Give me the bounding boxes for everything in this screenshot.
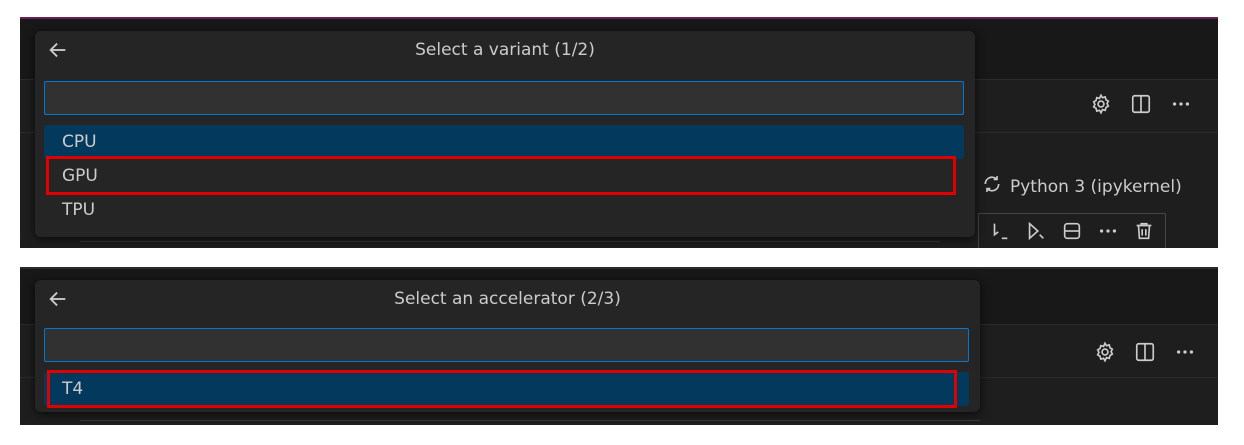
quick-pick-input[interactable] [44, 328, 969, 362]
trash-icon[interactable] [1133, 220, 1155, 246]
option-gpu[interactable]: GPU [44, 159, 964, 193]
option-tpu[interactable]: TPU [44, 193, 964, 227]
table-outline [80, 420, 980, 425]
split-editor-icon[interactable] [1128, 91, 1154, 117]
split-cell-icon[interactable] [1061, 220, 1083, 246]
kernel-picker[interactable]: Python 3 (ipykernel) [982, 174, 1182, 199]
cell-toolbar [978, 213, 1166, 248]
search-input[interactable] [45, 82, 963, 114]
option-label: GPU [62, 166, 98, 186]
more-icon[interactable] [1172, 339, 1198, 365]
editor-actions [1092, 339, 1198, 365]
quick-pick-variant: Select a variant (1/2) CPU GPU TPU [35, 31, 975, 237]
quick-pick-accelerator: Select an accelerator (2/3) T4 [35, 280, 980, 412]
table-outline [80, 241, 940, 248]
option-t4[interactable]: T4 [44, 372, 969, 406]
sync-icon [982, 174, 1002, 199]
more-icon[interactable] [1097, 220, 1119, 246]
option-label: TPU [62, 200, 96, 220]
gear-icon[interactable] [1092, 339, 1118, 365]
option-label: CPU [62, 132, 97, 152]
more-icon[interactable] [1168, 91, 1194, 117]
split-editor-icon[interactable] [1132, 339, 1158, 365]
screenshot-panel-accelerator: Select an accelerator (2/3) T4 [20, 267, 1218, 425]
option-label: T4 [62, 379, 84, 399]
gear-icon[interactable] [1088, 91, 1114, 117]
quick-pick-header: Select a variant (1/2) [35, 31, 975, 69]
quick-pick-title: Select an accelerator (2/3) [394, 289, 621, 309]
execute-above-icon[interactable] [989, 220, 1011, 246]
kernel-label: Python 3 (ipykernel) [1010, 176, 1182, 197]
quick-pick-input[interactable] [44, 81, 964, 115]
option-cpu[interactable]: CPU [44, 125, 964, 159]
search-input[interactable] [45, 329, 968, 361]
execute-below-icon[interactable] [1025, 220, 1047, 246]
quick-pick-title: Select a variant (1/2) [415, 40, 595, 60]
editor-actions [1088, 91, 1194, 117]
quick-pick-header: Select an accelerator (2/3) [35, 280, 980, 318]
screenshot-panel-variant: Python 3 (ipykernel) Select a variant (1… [20, 17, 1218, 248]
